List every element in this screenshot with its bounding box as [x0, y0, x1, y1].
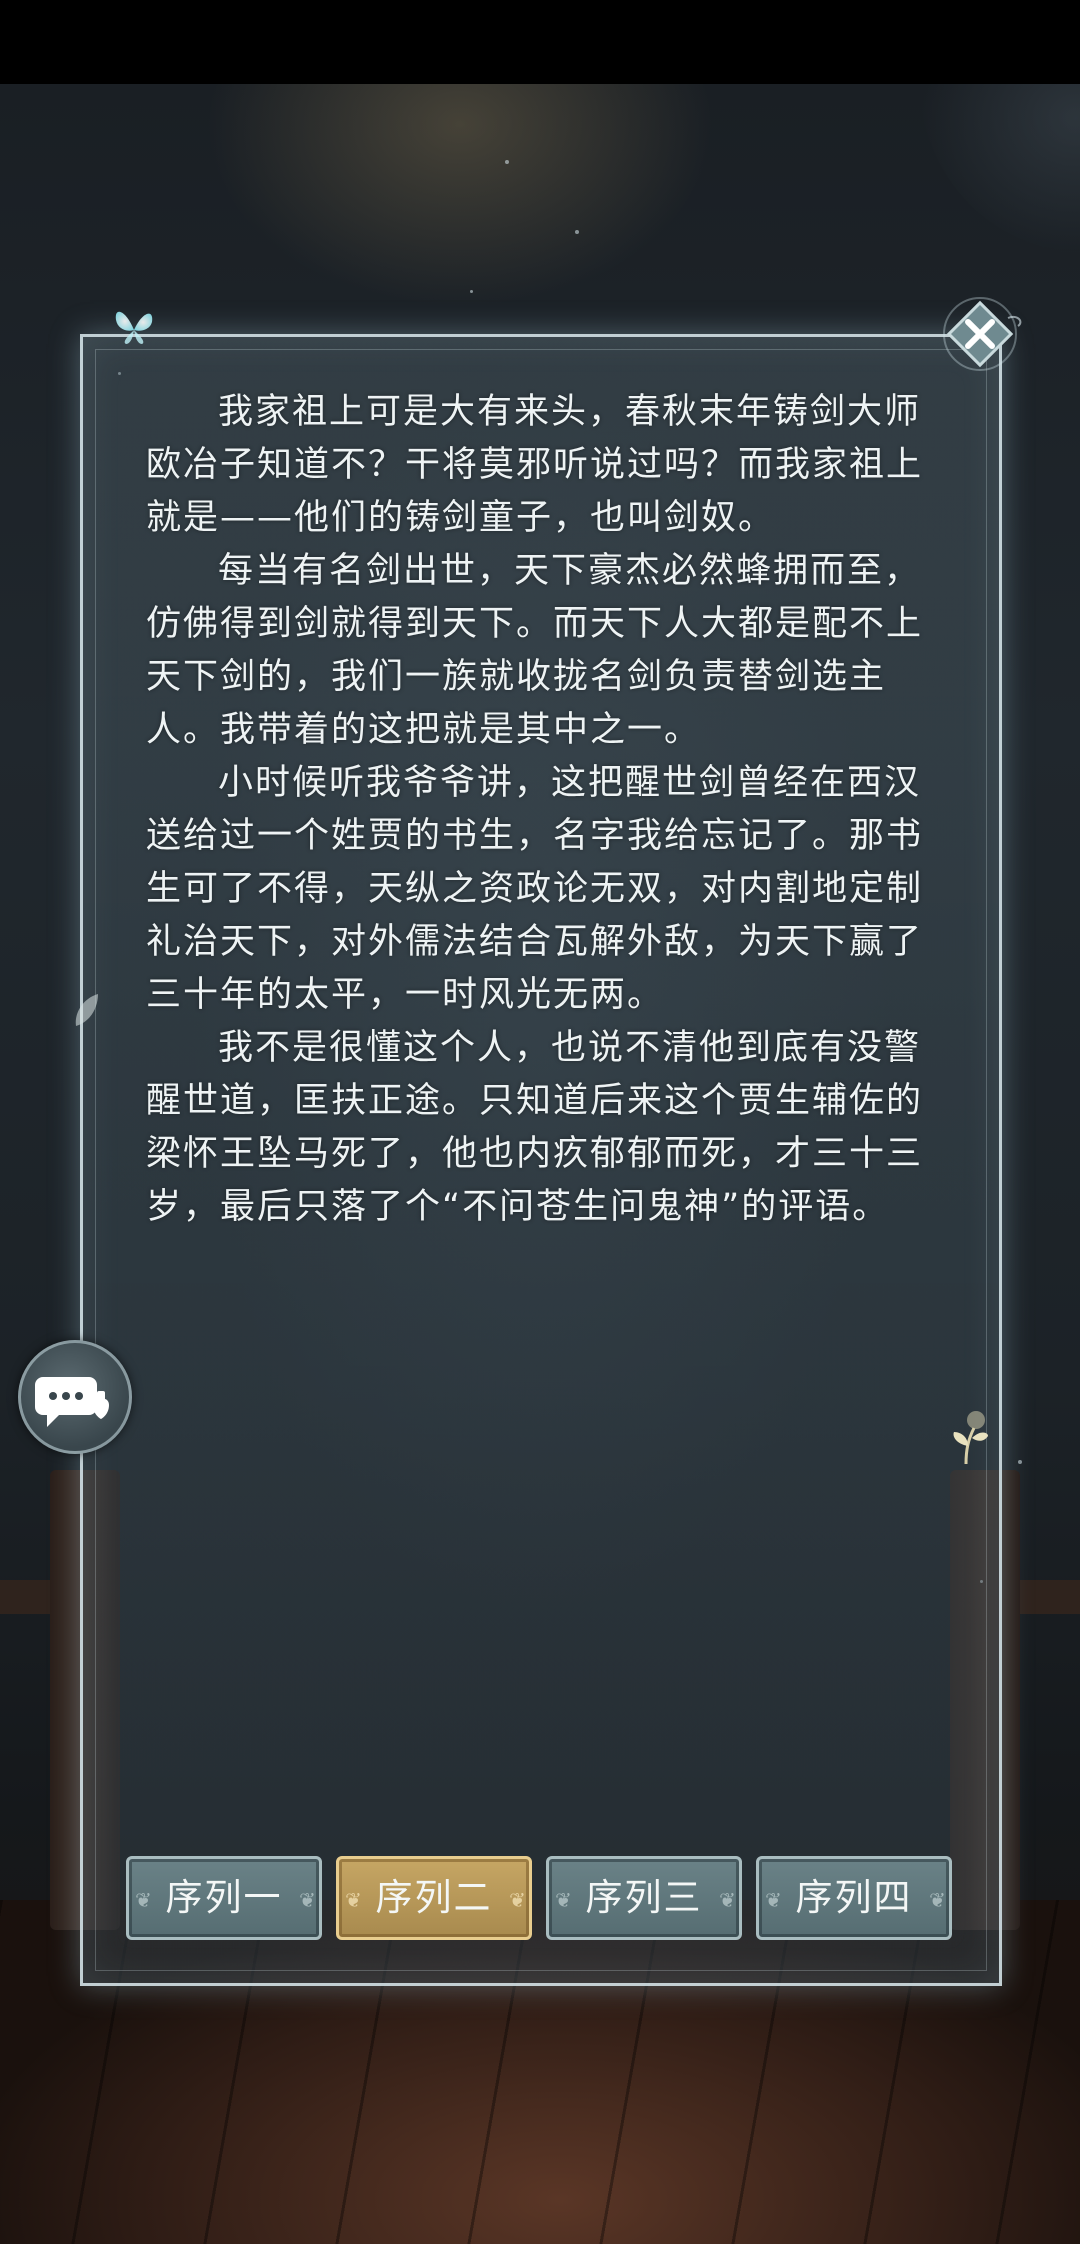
tab-label: 序列四 — [795, 1876, 913, 1919]
story-text: 我家祖上可是大有来头，春秋末年铸剑大师欧冶子知道不？干将莫邪听说过吗？而我家祖上… — [146, 386, 936, 1234]
tab-ornament-left: ❦ — [345, 1888, 364, 1912]
butterfly-icon — [115, 311, 153, 344]
leaf-sparkle-icon — [75, 994, 98, 1026]
tab-ornament-right: ❦ — [299, 1888, 318, 1912]
chat-bubble-icon — [35, 1377, 109, 1427]
tab-sequence-4[interactable]: ❦ 序列四 ❦ — [756, 1856, 952, 1940]
tab-sequence-3[interactable]: ❦ 序列三 ❦ — [546, 1856, 742, 1940]
story-paragraph: 我不是很懂这个人，也说不清他到底有没警醒世道，匡扶正途。只知道后来这个贾生辅佐的… — [146, 1028, 924, 1227]
story-paragraph: 每当有名剑出世，天下豪杰必然蜂拥而至，仿佛得到剑就得到天下。而天下人大都是配不上… — [146, 551, 924, 750]
sprout-icon — [953, 1411, 988, 1465]
chat-button[interactable] — [18, 1340, 132, 1454]
tab-ornament-right: ❦ — [509, 1888, 528, 1912]
status-bar — [0, 0, 1080, 84]
close-button[interactable] — [938, 292, 1022, 376]
story-paragraph: 我家祖上可是大有来头，春秋末年铸剑大师欧冶子知道不？干将莫邪听说过吗？而我家祖上… — [146, 392, 924, 538]
dust-particle — [1018, 1460, 1022, 1464]
tab-sequence-2[interactable]: ❦ 序列二 ❦ — [336, 1856, 532, 1940]
tab-ornament-left: ❦ — [135, 1888, 154, 1912]
tab-label: 序列二 — [375, 1876, 493, 1919]
tab-ornament-right: ❦ — [929, 1888, 948, 1912]
tab-ornament-right: ❦ — [719, 1888, 738, 1912]
tab-ornament-left: ❦ — [555, 1888, 574, 1912]
dust-particle — [505, 160, 509, 164]
dust-particle — [575, 230, 579, 234]
tab-label: 序列三 — [585, 1876, 703, 1919]
story-paragraph: 小时候听我爷爷讲，这把醒世剑曾经在西汉送给过一个姓贾的书生，名字我给忘记了。那书… — [146, 763, 924, 1015]
tab-ornament-left: ❦ — [765, 1888, 784, 1912]
tab-label: 序列一 — [165, 1876, 283, 1919]
game-screen: 我家祖上可是大有来头，春秋末年铸剑大师欧冶子知道不？干将莫邪听说过吗？而我家祖上… — [0, 0, 1080, 2244]
sequence-tabs: ❦ 序列一 ❦ ❦ 序列二 ❦ ❦ 序列三 ❦ ❦ 序列四 ❦ — [126, 1856, 956, 1942]
dust-particle — [470, 290, 473, 293]
tab-sequence-1[interactable]: ❦ 序列一 ❦ — [126, 1856, 322, 1940]
